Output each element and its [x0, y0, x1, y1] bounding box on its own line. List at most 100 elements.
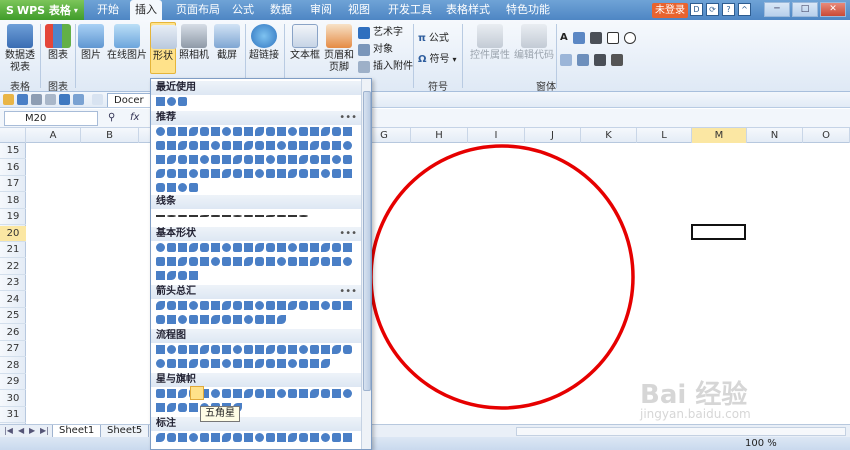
shape-option-icon[interactable] — [266, 155, 275, 164]
online-picture-button[interactable]: 在线图片 — [106, 24, 148, 62]
shape-option-icon[interactable] — [244, 215, 253, 217]
pivot-table-button[interactable]: 数据透 视表 — [4, 24, 36, 74]
shape-option-icon[interactable] — [266, 169, 275, 178]
share-icon[interactable]: ⟳ — [706, 3, 719, 16]
fx-icon[interactable]: fx — [130, 112, 139, 123]
shape-option-icon[interactable] — [277, 169, 286, 178]
shape-option-icon[interactable] — [222, 257, 231, 266]
shape-option-icon[interactable] — [288, 243, 297, 252]
combobox-control-icon[interactable] — [577, 54, 589, 66]
tab-review[interactable]: 审阅 — [306, 0, 336, 20]
shape-option-icon[interactable] — [321, 345, 330, 354]
shape-option-icon[interactable] — [156, 271, 165, 280]
shape-option-icon[interactable] — [255, 141, 264, 150]
help-icon[interactable]: ? — [722, 3, 735, 16]
ribbon-toggle-icon[interactable]: ^ — [738, 3, 751, 16]
shape-option-icon[interactable] — [222, 243, 231, 252]
shape-option-icon[interactable] — [167, 257, 176, 266]
shape-option-icon[interactable] — [200, 301, 209, 310]
zoom-level[interactable]: 100 % — [745, 437, 777, 450]
shape-option-icon[interactable] — [222, 315, 231, 324]
circle-shape[interactable] — [369, 144, 635, 410]
column-header[interactable]: L — [637, 128, 692, 143]
shape-option-icon[interactable] — [178, 345, 187, 354]
tab-home[interactable]: 开始 — [92, 0, 124, 20]
row-header-selected[interactable]: 20 — [0, 225, 26, 242]
shape-option-icon[interactable] — [156, 359, 165, 368]
skin-icon[interactable]: D — [690, 3, 703, 16]
maximize-button[interactable]: □ — [792, 2, 818, 17]
shape-option-icon[interactable] — [178, 403, 187, 412]
shape-option-icon[interactable] — [156, 183, 165, 192]
shape-option-icon[interactable] — [244, 315, 253, 324]
shape-option-icon[interactable] — [244, 359, 253, 368]
shape-option-icon[interactable] — [189, 271, 198, 280]
shape-option-icon[interactable] — [211, 433, 220, 442]
chart-button[interactable]: 图表 — [44, 24, 72, 62]
shape-option-icon[interactable] — [288, 345, 297, 354]
picture-button[interactable]: 图片 — [78, 24, 104, 62]
shape-option-icon[interactable] — [167, 389, 176, 398]
shape-option-icon[interactable] — [255, 345, 264, 354]
shape-option-icon[interactable] — [189, 243, 198, 252]
shape-option-icon[interactable] — [255, 257, 264, 266]
formula-button[interactable]: π 公式 — [418, 33, 449, 45]
shape-option-icon[interactable] — [310, 127, 319, 136]
shape-option-icon[interactable] — [255, 127, 264, 136]
shape-option-icon[interactable] — [211, 315, 220, 324]
column-header[interactable]: N — [747, 128, 803, 143]
shape-option-icon[interactable] — [189, 127, 198, 136]
shape-option-icon[interactable] — [288, 257, 297, 266]
select-all-corner[interactable] — [0, 128, 26, 143]
row-header[interactable]: 15 — [0, 143, 26, 159]
shape-option-icon[interactable] — [167, 141, 176, 150]
shape-option-icon[interactable] — [299, 141, 308, 150]
five-point-star-icon[interactable] — [190, 386, 204, 400]
shape-option-icon[interactable] — [167, 155, 176, 164]
shape-option-icon[interactable] — [332, 127, 341, 136]
shape-option-icon[interactable] — [189, 257, 198, 266]
shape-option-icon[interactable] — [343, 257, 352, 266]
shape-option-icon[interactable] — [211, 389, 220, 398]
shape-option-icon[interactable] — [211, 345, 220, 354]
last-sheet-icon[interactable]: ▶| — [40, 426, 49, 435]
column-header[interactable]: H — [411, 128, 468, 143]
shape-option-icon[interactable] — [222, 345, 231, 354]
shape-option-icon[interactable] — [288, 215, 297, 217]
shape-option-icon[interactable] — [266, 215, 275, 217]
shape-option-icon[interactable] — [178, 243, 187, 252]
shape-option-icon[interactable] — [288, 359, 297, 368]
shape-option-icon[interactable] — [211, 243, 220, 252]
shape-option-icon[interactable] — [288, 389, 297, 398]
shape-option-icon[interactable] — [310, 155, 319, 164]
shape-option-icon[interactable] — [288, 155, 297, 164]
shape-option-icon[interactable] — [277, 389, 286, 398]
more-icon[interactable]: ••• — [339, 285, 357, 299]
shape-option-icon[interactable] — [266, 243, 275, 252]
shape-option-icon[interactable] — [233, 359, 242, 368]
shape-option-icon[interactable] — [332, 389, 341, 398]
shape-option-icon[interactable] — [222, 141, 231, 150]
app-menu-button[interactable]: S WPS 表格 ▾ — [0, 0, 84, 20]
shape-option-icon[interactable] — [244, 433, 253, 442]
control-properties-button[interactable]: 控件属性 — [468, 24, 512, 62]
shape-option-icon[interactable] — [156, 169, 165, 178]
shape-option-icon[interactable] — [343, 127, 352, 136]
shape-option-icon[interactable] — [156, 389, 165, 398]
more-icon[interactable]: ••• — [339, 227, 357, 241]
shape-option-icon[interactable] — [255, 389, 264, 398]
shape-option-icon[interactable] — [321, 301, 330, 310]
shape-option-icon[interactable] — [277, 301, 286, 310]
column-header[interactable]: B — [81, 128, 139, 143]
header-footer-button[interactable]: 页眉和 页脚 — [322, 24, 356, 74]
shape-option-icon[interactable] — [266, 127, 275, 136]
shape-option-icon[interactable] — [255, 433, 264, 442]
row-header[interactable]: 24 — [0, 292, 26, 308]
shape-option-icon[interactable] — [167, 243, 176, 252]
shape-option-icon[interactable] — [310, 359, 319, 368]
column-header[interactable]: A — [26, 128, 81, 143]
shape-option-icon[interactable] — [343, 155, 352, 164]
tab-view[interactable]: 视图 — [344, 0, 374, 20]
row-header[interactable]: 31 — [0, 407, 26, 423]
shape-option-icon[interactable] — [222, 155, 231, 164]
